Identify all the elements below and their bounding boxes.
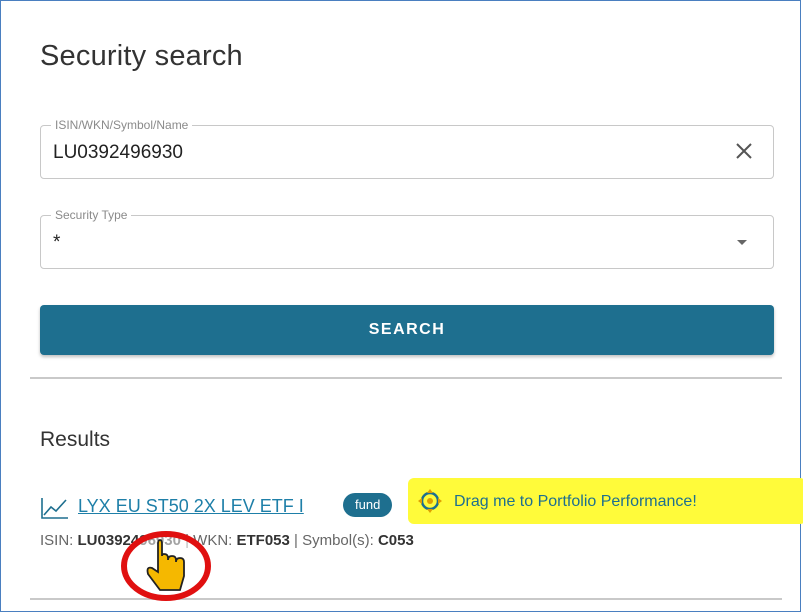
clear-button[interactable] xyxy=(729,136,759,166)
line-chart-icon xyxy=(41,498,68,519)
search-input-value[interactable]: LU0392496930 xyxy=(53,142,183,164)
list-item: LYX EU ST50 2X LEV ETF I fund Drag me to… xyxy=(40,478,803,524)
type-badge: fund xyxy=(343,493,393,517)
page-title: Security search xyxy=(40,40,243,72)
hand-cursor-icon xyxy=(121,531,211,601)
divider-top xyxy=(30,377,782,379)
move-icon xyxy=(418,489,442,513)
chevron-down-icon[interactable] xyxy=(737,240,747,245)
close-icon xyxy=(736,143,752,159)
symbol-value: C053 xyxy=(377,532,414,549)
search-input-label: ISIN/WKN/Symbol/Name xyxy=(51,118,193,132)
security-type-select[interactable]: Security Type * xyxy=(40,208,774,269)
search-button[interactable]: SEARCH xyxy=(40,305,774,355)
isin-label: ISIN: xyxy=(40,532,78,549)
result-meta: ISIN: LU0392496930 | WKN: ETF053 | Symbo… xyxy=(40,532,414,549)
search-input[interactable]: ISIN/WKN/Symbol/Name LU0392496930 xyxy=(40,118,774,179)
security-type-label: Security Type xyxy=(51,208,132,222)
drag-hint: Drag me to Portfolio Performance! xyxy=(454,493,697,510)
symbol-label: | Symbol(s): xyxy=(289,532,378,549)
wkn-value: ETF053 xyxy=(236,532,290,549)
result-link[interactable]: LYX EU ST50 2X LEV ETF I xyxy=(78,496,304,517)
results-title: Results xyxy=(40,428,111,451)
drag-to-portfolio-zone[interactable]: Drag me to Portfolio Performance! xyxy=(408,478,803,524)
security-type-value: * xyxy=(53,232,61,253)
